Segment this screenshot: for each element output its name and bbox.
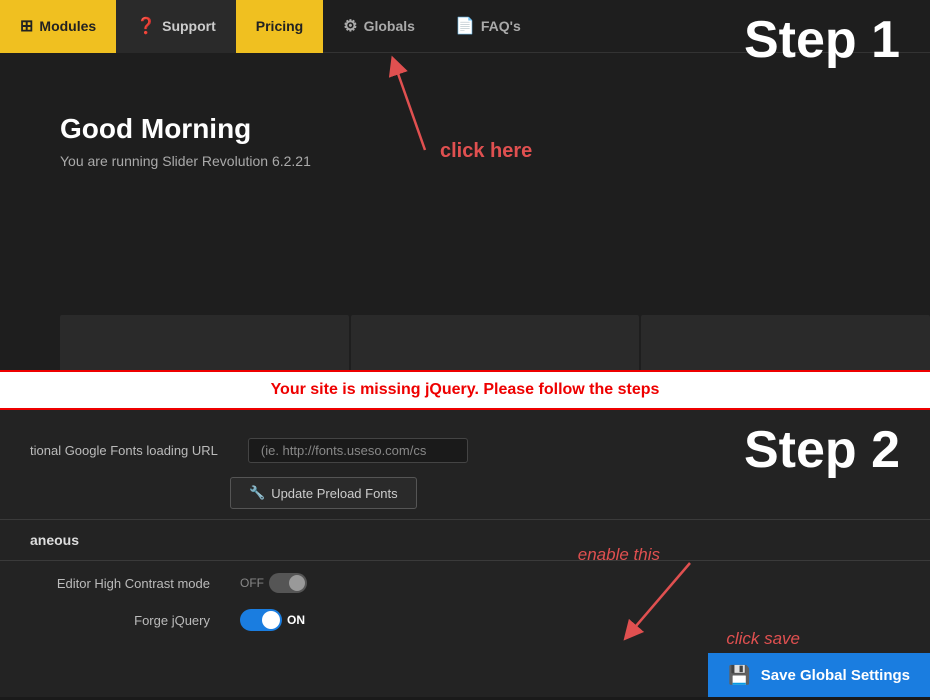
faqs-icon: 📄 [455, 16, 475, 36]
toggle-track-on[interactable] [240, 609, 282, 631]
toggle-thumb-off [289, 575, 305, 591]
nav-item-pricing[interactable]: Pricing [236, 0, 323, 53]
support-icon: ❓ [136, 16, 156, 36]
divider-2 [0, 560, 930, 561]
wrench-icon: 🔧 [249, 485, 265, 501]
cards-row [0, 315, 930, 370]
forge-jquery-toggle[interactable]: ON [240, 609, 305, 631]
high-contrast-toggle[interactable]: OFF [240, 573, 307, 593]
update-btn-label: Update Preload Fonts [271, 486, 397, 501]
nav-label-globals: Globals [364, 18, 415, 34]
click-here-annotation: click here [440, 140, 532, 163]
nav-label-support: Support [162, 18, 216, 34]
nav-item-support[interactable]: ❓ Support [116, 0, 236, 53]
nav-item-modules[interactable]: ⊞ Modules [0, 0, 116, 53]
step2-label: Step 2 [744, 420, 900, 480]
divider-1 [0, 519, 930, 520]
nav-item-faqs[interactable]: 📄 FAQ's [435, 0, 541, 53]
save-btn-label: Save Global Settings [761, 667, 910, 684]
alert-text: Your site is missing jQuery. Please foll… [271, 381, 660, 399]
nav-label-pricing: Pricing [256, 18, 303, 34]
step1-label: Step 1 [744, 10, 900, 70]
nav-item-globals[interactable]: ⚙ Globals [323, 0, 435, 53]
slider-card-2 [351, 315, 640, 370]
slider-card-3 [641, 315, 930, 370]
high-contrast-label: Editor High Contrast mode [30, 576, 230, 591]
modules-icon: ⊞ [20, 16, 33, 36]
alert-bar: Your site is missing jQuery. Please foll… [0, 370, 930, 410]
save-icon: 💾 [728, 665, 750, 686]
high-contrast-row: Editor High Contrast mode OFF [0, 565, 930, 601]
forge-jquery-label: Forge jQuery [30, 613, 230, 628]
bottom-section: Step 2 tional Google Fonts loading URL (… [0, 410, 930, 697]
nav-label-modules: Modules [39, 18, 96, 34]
google-fonts-label: tional Google Fonts loading URL [30, 443, 238, 458]
top-section: ⊞ Modules ❓ Support Pricing ⚙ Globals 📄 … [0, 0, 930, 370]
nav-label-faqs: FAQ's [481, 18, 521, 34]
globals-icon: ⚙ [343, 16, 357, 36]
update-preload-fonts-button[interactable]: 🔧 Update Preload Fonts [230, 477, 417, 509]
forge-jquery-on-label: ON [287, 613, 305, 627]
click-save-annotation: click save [726, 629, 800, 649]
slider-card-1 [60, 315, 349, 370]
high-contrast-off-label: OFF [240, 576, 264, 590]
arrow2-svg [610, 558, 730, 648]
toggle-track-off[interactable] [269, 573, 307, 593]
google-fonts-value[interactable]: (ie. http://fonts.useso.com/cs [248, 438, 468, 463]
section-heading: aneous [0, 524, 930, 556]
save-global-settings-button[interactable]: 💾 Save Global Settings [708, 653, 930, 697]
toggle-thumb-on [262, 611, 280, 629]
